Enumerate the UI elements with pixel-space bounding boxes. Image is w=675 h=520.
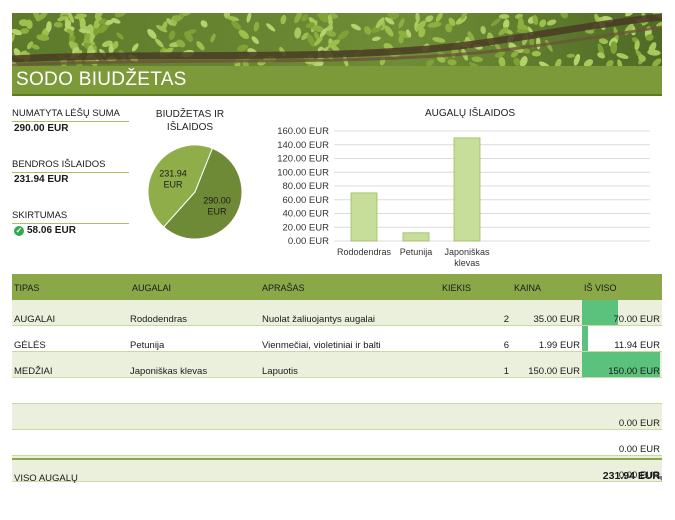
cell-total[interactable]: 0.00 EUR bbox=[619, 470, 660, 481]
table-row[interactable]: MEDŽIAI Japoniškas klevas Lapuotis 1 150.00 … bbox=[12, 352, 662, 378]
diff-value: 58.06 EUR bbox=[27, 225, 76, 236]
x-category-label: Japoniškas bbox=[444, 247, 490, 257]
total-data-bar bbox=[582, 326, 589, 351]
diff-row: ✓ 58.06 EUR bbox=[14, 225, 76, 236]
cell-desc[interactable]: Vienmečiai, violetiniai ir balti bbox=[262, 340, 381, 351]
cell-qty[interactable]: 6 bbox=[504, 340, 509, 351]
pie-title-line2: IŠLAIDOS bbox=[166, 122, 214, 133]
y-tick-label: 100.00 EUR bbox=[277, 167, 329, 178]
pie-title-line1: BIUDŽETAS IR bbox=[155, 109, 225, 120]
page-title-bar: SODO BIUDŽETAS bbox=[12, 66, 662, 96]
cell-plant[interactable]: Petunija bbox=[130, 340, 164, 351]
pie-chart: 231.94 EUR290.00 EUR bbox=[147, 144, 243, 240]
cell-total[interactable]: 150.00 EUR bbox=[608, 366, 660, 377]
diff-label: SKIRTUMAS bbox=[12, 210, 129, 224]
col-header-plants[interactable]: AUGALAI bbox=[132, 283, 171, 293]
cell-price[interactable]: 150.00 EUR bbox=[528, 366, 580, 377]
cell-qty[interactable]: 2 bbox=[504, 314, 509, 325]
col-header-total[interactable]: IŠ VISO bbox=[584, 283, 617, 293]
page-title: SODO BIUDŽETAS bbox=[16, 69, 187, 90]
check-circle-icon: ✓ bbox=[14, 225, 24, 236]
table-footer-row: VISO AUGALŲ 231.94 EUR bbox=[12, 458, 662, 484]
cell-total[interactable]: 0.00 EUR bbox=[619, 418, 660, 429]
cell-total[interactable]: 70.00 EUR bbox=[614, 314, 660, 325]
y-tick-label: 40.00 EUR bbox=[283, 209, 330, 220]
seeds-photo-icon bbox=[12, 13, 662, 66]
cell-total[interactable]: 11.94 EUR bbox=[614, 340, 660, 351]
cell-price[interactable]: 35.00 EUR bbox=[534, 314, 580, 325]
table-row[interactable]: GĖLĖS Petunija Vienmečiai, violetiniai ir … bbox=[12, 326, 662, 352]
y-tick-label: 80.00 EUR bbox=[283, 181, 330, 192]
cell-type[interactable]: AUGALAI bbox=[14, 314, 55, 325]
bar-chart-title: AUGALŲ IŠLAIDOS bbox=[424, 108, 516, 119]
cell-plant[interactable]: Rododendras bbox=[130, 314, 187, 325]
total-label: BENDROS IŠLAIDOS bbox=[12, 159, 129, 173]
total-value: 231.94 EUR bbox=[14, 174, 69, 185]
pie-chart-title: BIUDŽETAS IR IŠLAIDOS bbox=[148, 108, 232, 134]
cell-type[interactable]: GĖLĖS bbox=[14, 340, 46, 351]
cell-plant[interactable]: Japoniškas klevas bbox=[130, 366, 207, 377]
table-row[interactable]: 0.00 EUR bbox=[12, 430, 662, 456]
col-header-qty[interactable]: KIEKIS bbox=[442, 283, 471, 293]
cell-desc[interactable]: Nuolat žaliuojantys augalai bbox=[262, 314, 375, 325]
header-photo bbox=[12, 13, 662, 66]
table-header: TIPAS AUGALAI APRAŠAS KIEKIS KAINA IŠ VI… bbox=[12, 274, 662, 300]
pie-label-line2: EUR bbox=[163, 179, 183, 189]
cell-total[interactable]: 0.00 EUR bbox=[619, 444, 660, 455]
planned-label: NUMATYTA LĖŠŲ SUMA bbox=[12, 108, 129, 122]
seed-shape bbox=[498, 14, 510, 19]
y-tick-label: 20.00 EUR bbox=[283, 222, 330, 233]
cell-price[interactable]: 1.99 EUR bbox=[539, 340, 580, 351]
table-row[interactable]: 0.00 EUR bbox=[12, 404, 662, 430]
x-category-label: Rododendras bbox=[337, 247, 392, 257]
x-category-label: Petunija bbox=[400, 247, 433, 257]
bar-1 bbox=[402, 232, 430, 242]
y-tick-label: 160.00 EUR bbox=[277, 126, 329, 137]
table-row[interactable] bbox=[12, 378, 662, 404]
bar-chart: 0.00 EUR 20.00 EUR 40.00 EUR 60.00 EUR 80.00… bbox=[277, 126, 650, 268]
pie-label-line1: 231.94 bbox=[159, 168, 187, 178]
cell-type[interactable]: MEDŽIAI bbox=[14, 366, 53, 377]
pie-label-line2: EUR bbox=[207, 207, 227, 217]
y-tick-label: 0.00 EUR bbox=[288, 236, 329, 247]
col-header-price[interactable]: KAINA bbox=[514, 283, 541, 293]
y-tick-label: 140.00 EUR bbox=[277, 140, 329, 151]
bar-2 bbox=[453, 137, 481, 242]
footer-label: VISO AUGALŲ bbox=[14, 473, 78, 484]
planned-value: 290.00 EUR bbox=[14, 123, 69, 134]
y-tick-label: 120.00 EUR bbox=[277, 154, 329, 165]
bar-0 bbox=[350, 192, 378, 242]
col-header-desc[interactable]: APRAŠAS bbox=[262, 283, 305, 293]
cell-qty[interactable]: 1 bbox=[504, 366, 509, 377]
table-row[interactable]: AUGALAI Rododendras Nuolat žaliuojantys au… bbox=[12, 300, 662, 326]
pie-label-line1: 290.00 bbox=[203, 196, 231, 206]
col-header-type[interactable]: TIPAS bbox=[14, 283, 39, 293]
y-tick-label: 60.00 EUR bbox=[283, 195, 330, 206]
cell-desc[interactable]: Lapuotis bbox=[262, 366, 298, 377]
x-category-label: klevas bbox=[454, 258, 480, 268]
